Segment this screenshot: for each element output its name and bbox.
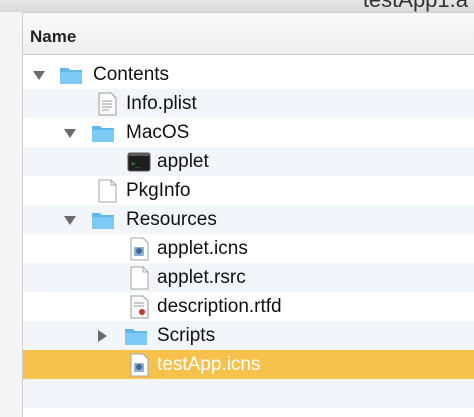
list-item[interactable]: >_ applet [23,147,474,176]
name-column-header[interactable]: Name [30,27,76,47]
list-item[interactable]: MacOS [23,118,474,147]
empty-row [23,379,474,408]
blank-document-icon [127,266,151,290]
folder-icon [91,121,115,145]
rtfd-document-icon [127,295,151,319]
list-item[interactable]: Info.plist [23,89,474,118]
svg-text:>_: >_ [131,160,140,168]
folder-icon [124,324,148,348]
list-item-label: description.rtfd [157,296,282,317]
window-title: testApp1.a [363,0,468,12]
list-item-label: applet [157,151,209,172]
sidebar-edge [0,12,23,417]
icns-file-icon [127,237,151,261]
list-item-label: Resources [126,209,217,230]
blank-document-icon [95,179,119,203]
folder-icon [91,208,115,232]
terminal-executable-icon: >_ [127,150,151,174]
disclosure-triangle-expanded-icon[interactable] [63,213,77,227]
icns-file-icon [127,353,151,377]
list-item-label: Scripts [157,325,216,346]
disclosure-triangle-expanded-icon[interactable] [63,126,77,140]
list-item[interactable]: Contents [23,60,474,89]
window-title-bar: testApp1.a [0,0,474,13]
plist-file-icon [95,92,119,116]
column-header[interactable]: Name [23,13,474,55]
folder-icon [59,63,83,87]
list-item-label: testApp.icns [157,354,261,375]
list-item-label: PkgInfo [126,180,191,201]
list-item[interactable]: applet.rsrc [23,263,474,292]
list-item-label: applet.rsrc [157,267,246,288]
list-item[interactable]: applet.icns [23,234,474,263]
disclosure-triangle-expanded-icon[interactable] [32,68,46,82]
list-item-label: Contents [93,64,170,85]
list-item-label: MacOS [126,122,190,143]
list-item[interactable]: Scripts [23,321,474,350]
list-item-label: applet.icns [157,238,248,259]
list-item[interactable]: PkgInfo [23,176,474,205]
disclosure-triangle-collapsed-icon[interactable] [95,329,109,343]
list-item[interactable]: description.rtfd [23,292,474,321]
list-item-label: Info.plist [126,93,197,114]
file-outline-list: Contents Info.plist MacOS >_ applet PkgI… [23,60,474,417]
list-item-selected[interactable]: testApp.icns [23,350,474,379]
list-item[interactable]: Resources [23,205,474,234]
